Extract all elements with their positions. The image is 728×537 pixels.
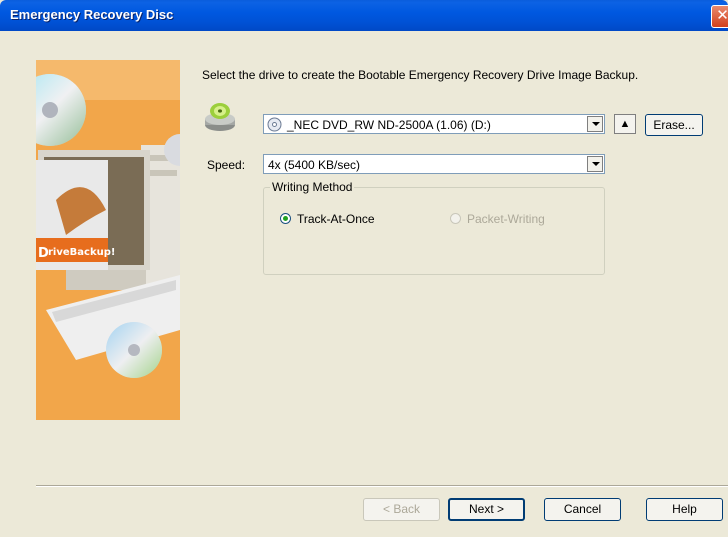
computer-illustration: D riveBackup! xyxy=(36,60,180,420)
dialog-body: D riveBackup! Select the drive to create… xyxy=(0,31,728,537)
disc-icon xyxy=(267,117,282,132)
writing-method-group: Writing Method Track-At-Once Packet-Writ… xyxy=(263,180,605,275)
help-button[interactable]: Help xyxy=(646,498,723,521)
drive-select[interactable]: _NEC DVD_RW ND-2500A (1.06) (D:) xyxy=(263,114,605,134)
chevron-down-icon[interactable] xyxy=(587,116,603,132)
drivebackup-side-image: D riveBackup! xyxy=(36,60,180,420)
drive-select-value: _NEC DVD_RW ND-2500A (1.06) (D:) xyxy=(287,118,491,132)
speed-select[interactable]: 4x (5400 KB/sec) xyxy=(263,154,605,174)
separator xyxy=(36,485,728,487)
eject-button[interactable]: ▲ xyxy=(614,114,636,134)
eject-icon: ▲ xyxy=(619,118,631,130)
radio-selected-icon xyxy=(280,213,291,224)
writing-method-legend: Writing Method xyxy=(270,180,355,194)
speed-label: Speed: xyxy=(207,158,246,172)
chevron-down-icon[interactable] xyxy=(587,156,603,172)
title-bar: Emergency Recovery Disc ✕ xyxy=(0,0,728,31)
erase-button[interactable]: Erase... xyxy=(645,114,703,136)
radio-track-at-once[interactable]: Track-At-Once xyxy=(280,212,375,226)
next-button[interactable]: Next > xyxy=(448,498,525,521)
radio-label: Track-At-Once xyxy=(297,212,375,226)
cd-drive-icon xyxy=(205,103,235,131)
svg-text:riveBackup!: riveBackup! xyxy=(48,247,115,258)
radio-label: Packet-Writing xyxy=(467,212,545,226)
back-button: < Back xyxy=(363,498,440,521)
radio-packet-writing: Packet-Writing xyxy=(450,212,545,226)
radio-unselected-icon xyxy=(450,213,461,224)
instruction-text: Select the drive to create the Bootable … xyxy=(202,68,639,82)
cancel-button[interactable]: Cancel xyxy=(544,498,621,521)
window-title: Emergency Recovery Disc xyxy=(10,7,174,22)
close-button[interactable]: ✕ xyxy=(711,5,728,28)
close-icon: ✕ xyxy=(716,7,728,24)
speed-select-value: 4x (5400 KB/sec) xyxy=(268,158,361,172)
